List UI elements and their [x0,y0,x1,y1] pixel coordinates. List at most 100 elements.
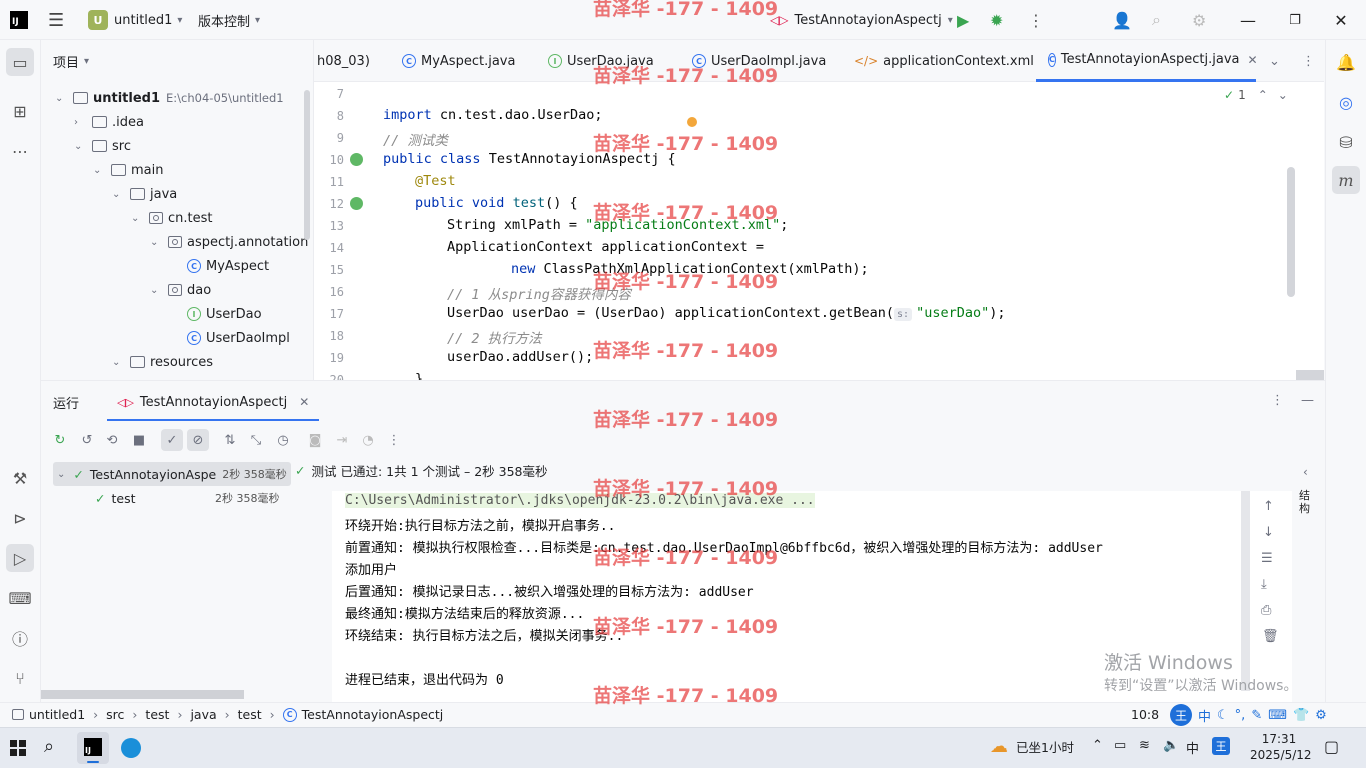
sort-icon[interactable]: ⇅ [221,431,239,449]
tree-item[interactable]: ⌄ untitled1 E:\ch04-05\untitled1 [55,87,284,109]
chevron-down-icon[interactable]: ⌄ [74,141,88,152]
terminal-icon[interactable]: ⌨ [6,584,34,612]
chevron-down-icon[interactable]: ⌄ [150,237,164,248]
services-icon[interactable]: ⊳ [6,504,34,532]
tree-item[interactable]: ⌄ aspectj.annotation [150,231,308,253]
more-icon[interactable]: ⋮ [1028,8,1044,32]
history-clock-icon[interactable]: ◷ [274,431,292,449]
tab-userdaoimpl[interactable]: C UserDaoImpl.java [692,40,826,82]
chevron-down-icon[interactable]: ⌄ [112,357,126,368]
tab-h08[interactable]: h08_03) [317,40,370,82]
breadcrumb-item[interactable]: java [190,707,216,722]
code-line[interactable]: public class TestAnnotayionAspectj { [383,151,676,167]
code-line[interactable]: ApplicationContext applicationContext = [447,239,764,255]
structure-stripe-label[interactable]: 结构 [1299,489,1313,515]
import-icon[interactable]: ⇥ [333,431,351,449]
minimize-icon[interactable]: — [1236,8,1260,32]
run-test-gutter-icon[interactable] [350,197,363,210]
run-test-gutter-icon[interactable] [350,153,363,166]
code-line[interactable]: // 2 执行方法 [447,327,542,347]
code-line[interactable]: public void test() { [415,195,578,211]
notifications-bell-icon[interactable]: 🔔 [1332,48,1360,76]
tree-scrollbar[interactable] [304,90,310,240]
tab-myaspect[interactable]: C MyAspect.java [402,40,515,82]
coverage-icon[interactable]: ◔ [359,431,377,449]
chevron-left-icon[interactable]: ‹ [1303,465,1308,479]
toggle-auto-test-icon[interactable]: ⟲ [103,431,121,449]
tab-userdao[interactable]: I UserDao.java [548,40,654,82]
arrow-up-icon[interactable]: ↑ [1263,499,1274,514]
tree-item[interactable]: ⌄ src [74,135,131,157]
chevron-up-icon[interactable]: ⌃ [1258,88,1268,102]
code-line[interactable]: new ClassPathXmlApplicationContext(xmlPa… [511,261,869,277]
ai-assistant-icon[interactable]: ◎ [1332,88,1360,116]
project-tool-folder-icon[interactable]: ▭ [6,48,34,76]
tree-item[interactable]: C UserDaoImpl [169,327,290,349]
test-suite-row[interactable]: ⌄ ✓ TestAnnotayionAspe 2秒 358毫秒 [53,462,291,486]
edge-browser-icon[interactable] [121,738,141,758]
database-icon[interactable]: ⛁ [1332,128,1360,156]
chevron-down-icon[interactable]: ⌄ [93,165,107,176]
app-logo-icon[interactable]: IJ [10,8,28,32]
chevron-down-icon[interactable]: ⌄ [131,213,145,224]
taskbar-ime-mode[interactable]: 中 [1186,738,1199,757]
show-passed-check-icon[interactable]: ✓ [161,429,183,451]
main-menu-icon[interactable]: ☰ [48,8,64,32]
more-icon[interactable]: ⋮ [1271,393,1284,408]
code-line[interactable]: userDao.addUser(); [447,349,593,365]
close-tab-icon[interactable]: ✕ [299,395,309,409]
vcs-menu[interactable]: 版本控制 ▾ [198,8,260,32]
scroll-to-end-icon[interactable]: ⤓ [1261,577,1267,592]
ime-logo-icon[interactable]: 王 [1170,704,1192,726]
run-icon[interactable]: ▶ [957,8,969,32]
code-line[interactable]: import cn.test.dao.UserDao; [383,107,602,123]
project-selector[interactable]: U untitled1 ▾ [88,8,182,32]
restore-icon[interactable]: ❐ [1283,8,1307,32]
code-editor[interactable]: 7 8 9 10 11 12 13 14 15 16 17 18 19 20 import cn.test… [314,82,1324,380]
notification-center-icon[interactable]: ▢ [1324,737,1339,756]
tree-item[interactable]: › .idea [74,111,144,133]
pen-icon[interactable]: ✎ [1251,708,1262,723]
clock[interactable]: 17:31 2025/5/12 [1250,731,1312,763]
tree-item[interactable]: ⌄ main [93,159,163,181]
code-line[interactable]: // 测试类 [383,129,448,149]
battery-icon[interactable]: ▭ [1114,738,1126,753]
test-case-row[interactable]: ✓ test 2秒 358毫秒 [53,487,291,509]
search-icon[interactable]: ⌕ [1152,8,1161,32]
tab-applicationcontext[interactable]: </> applicationContext.xml [854,40,1034,82]
rerun-icon[interactable]: ↻ [51,431,69,449]
inspection-widget[interactable]: ✓ 1 ⌃ ⌄ [1224,88,1288,102]
intention-bulb-icon[interactable] [687,117,697,127]
console-scrollbar[interactable] [1241,491,1250,691]
ime-logo-icon[interactable]: 王 [1212,737,1230,755]
punctuation-icon[interactable]: °, [1235,708,1246,723]
build-hammer-icon[interactable]: ⚒ [6,464,34,492]
more-icon[interactable]: ⋮ [385,431,403,449]
maven-icon[interactable]: m [1332,166,1360,194]
keyboard-icon[interactable]: ⌨ [1268,708,1287,723]
moon-icon[interactable]: ☾ [1217,708,1229,723]
show-ignored-icon[interactable]: ⊘ [187,429,209,451]
chevron-up-icon[interactable]: ⌃ [1092,738,1103,753]
camera-icon[interactable]: ◙ [306,431,324,449]
chevron-right-icon[interactable]: › [74,117,88,128]
collapse-icon[interactable]: ⤡ [247,431,265,449]
weather-widget[interactable]: ☁ 已坐1小时 [990,736,1074,757]
tree-item[interactable]: ⌄ java [112,183,177,205]
tree-item[interactable]: I UserDao [169,303,262,325]
caret-position[interactable]: 10:8 [1131,707,1159,722]
settings-gear-icon[interactable]: ⚙ [1192,8,1206,32]
chevron-down-icon[interactable]: ⌄ [150,285,164,296]
ime-settings-gear-icon[interactable]: ⚙ [1315,708,1327,723]
breadcrumb-item[interactable]: untitled1 [29,707,85,722]
tree-item[interactable]: C MyAspect [169,255,269,277]
tests-horizontal-scrollbar[interactable] [41,690,244,699]
chevron-down-icon[interactable]: ⌄ [55,93,69,104]
soft-wrap-icon[interactable]: ☰ [1261,551,1273,566]
trash-icon[interactable]: 🗑 [1262,629,1279,644]
project-pane-header[interactable]: 项目 ▾ [53,52,89,71]
more-icon[interactable]: ⋮ [1302,40,1315,82]
git-branch-icon[interactable]: ⑂ [6,664,34,692]
code-line[interactable]: @Test [415,173,456,189]
more-tools-icon[interactable]: ⋯ [6,137,34,165]
